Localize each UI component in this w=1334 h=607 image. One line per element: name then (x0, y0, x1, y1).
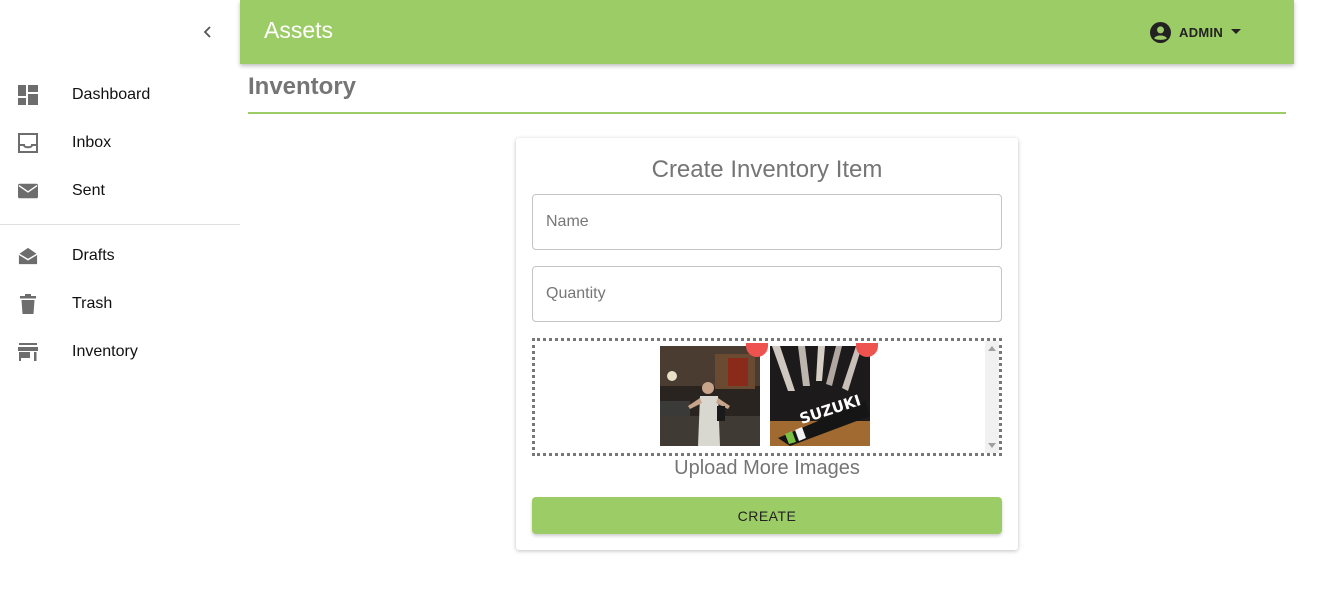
sidebar-item-label: Inventory (72, 343, 138, 360)
nav-list-primary: Dashboard Inbox Sent (0, 71, 240, 215)
quantity-input[interactable] (533, 267, 1001, 321)
sidebar-item-label: Sent (72, 182, 105, 199)
user-menu-button[interactable]: ADMIN (1150, 20, 1242, 44)
name-field (532, 194, 1002, 250)
page-title-divider (248, 112, 1286, 114)
chevron-left-icon (203, 26, 211, 38)
sidebar-item-sent[interactable]: Sent (0, 167, 240, 215)
sidebar-item-drafts[interactable]: Drafts (0, 232, 240, 280)
drafts-icon (18, 246, 38, 266)
image-thumbnail[interactable] (660, 346, 760, 446)
app-bar: Assets ADMIN (240, 0, 1294, 64)
scroll-up-icon[interactable] (988, 346, 996, 351)
caret-down-icon (1231, 29, 1242, 34)
scroll-down-icon[interactable] (988, 443, 996, 448)
inbox-icon (18, 133, 38, 153)
sidebar-item-label: Drafts (72, 247, 115, 264)
sidebar-item-label: Dashboard (72, 86, 151, 103)
app-title: Assets (264, 17, 334, 43)
form-title: Create Inventory Item (651, 156, 883, 183)
create-inventory-card: Create Inventory Item Name Quantity SUZU… (516, 138, 1018, 550)
dropzone-scrollbar[interactable] (985, 341, 999, 453)
collapse-sidebar-button[interactable] (196, 20, 220, 44)
sidebar-item-inventory[interactable]: Inventory (0, 328, 240, 376)
sidebar-divider (0, 224, 240, 225)
store-icon (18, 342, 38, 362)
create-button[interactable]: CREATE (532, 497, 1002, 534)
sidebar-item-dashboard[interactable]: Dashboard (0, 71, 240, 119)
image-thumbnail[interactable]: SUZUKI (770, 346, 870, 446)
user-name: ADMIN (1179, 24, 1224, 40)
dashboard-icon (18, 85, 38, 105)
upload-more-images-link[interactable]: Upload More Images (516, 457, 1018, 480)
thumbnail-image-suzuki: SUZUKI (770, 346, 870, 446)
quantity-field (532, 266, 1002, 322)
image-dropzone[interactable]: SUZUKI (532, 338, 1002, 456)
sidebar-item-inbox[interactable]: Inbox (0, 119, 240, 167)
account-circle-icon (1150, 21, 1171, 43)
trash-icon (18, 294, 38, 314)
thumbnail-image-person (660, 346, 760, 446)
sidebar-item-label: Trash (72, 295, 113, 312)
sidebar-item-label: Inbox (72, 134, 112, 151)
mail-icon (18, 181, 38, 201)
page-title: Inventory (248, 73, 357, 100)
name-input[interactable] (533, 195, 1001, 249)
sidebar: Dashboard Inbox Sent Drafts Trash Invent… (0, 0, 240, 607)
nav-list-secondary: Drafts Trash Inventory (0, 232, 240, 376)
sidebar-item-trash[interactable]: Trash (0, 280, 240, 328)
